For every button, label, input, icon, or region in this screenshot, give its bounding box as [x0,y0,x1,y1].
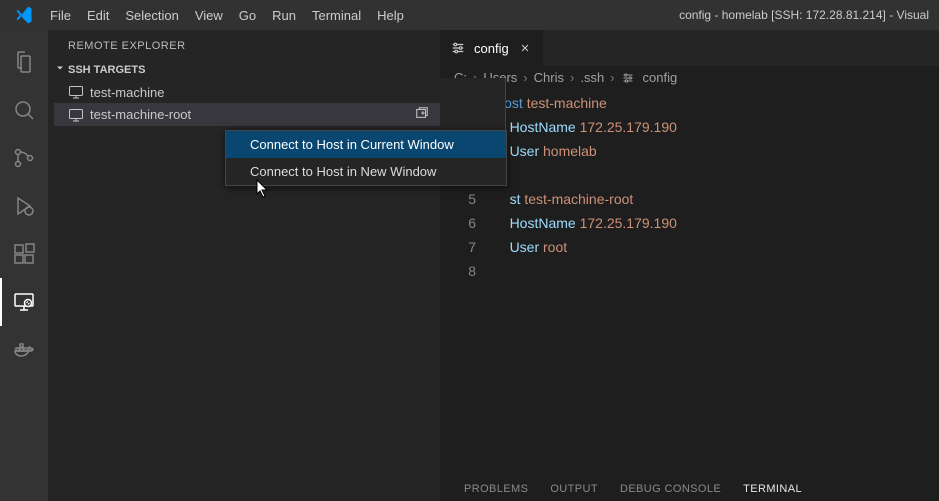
menu-file[interactable]: File [42,4,79,27]
panel-tab-problems[interactable]: PROBLEMS [464,483,528,495]
activity-bar [0,30,48,501]
activity-docker[interactable] [0,326,48,374]
activity-explorer[interactable] [0,38,48,86]
monitor-icon [68,107,84,123]
editor-area: config C:› Users› Chris› .ssh› config 12… [440,30,939,501]
activity-run-debug[interactable] [0,182,48,230]
ssh-target-item[interactable]: test-machine [54,81,440,103]
section-ssh-targets[interactable]: SSH TARGETS [48,58,440,81]
vscode-logo-icon [14,5,34,25]
breadcrumb-part[interactable]: C: [454,70,467,85]
panel-tabs: PROBLEMS OUTPUT DEBUG CONSOLE TERMINAL [440,483,939,501]
code-editor[interactable]: 12345678 Host test-machine HostName 172.… [440,89,939,283]
ssh-target-list: test-machine test-machine-root [48,81,440,126]
menu-selection[interactable]: Selection [117,4,186,27]
activity-source-control[interactable] [0,134,48,182]
monitor-icon [68,84,84,100]
activity-search[interactable] [0,86,48,134]
section-label: SSH TARGETS [68,64,145,76]
menu-edit[interactable]: Edit [79,4,117,27]
panel-tab-terminal[interactable]: TERMINAL [743,483,802,495]
menu-help[interactable]: Help [369,4,412,27]
activity-remote-explorer[interactable] [0,278,48,326]
ssh-target-label: test-machine [90,85,164,100]
menu-terminal[interactable]: Terminal [304,4,369,27]
panel-tab-output[interactable]: OUTPUT [550,483,598,495]
chevron-down-icon [52,62,68,77]
breadcrumbs[interactable]: C:› Users› Chris› .ssh› config [440,66,939,89]
context-menu: Connect to Host in Current Window Connec… [225,130,507,186]
editor-tabs: config [440,30,939,66]
activity-extensions[interactable] [0,230,48,278]
settings-lines-icon [621,71,635,85]
settings-lines-icon [450,40,466,56]
ssh-target-label: test-machine-root [90,107,191,122]
sidebar-title: REMOTE EXPLORER [48,30,440,58]
window-title: config - homelab [SSH: 172.28.81.214] - … [412,8,933,22]
code-body[interactable]: Host test-machine HostName 172.25.179.19… [494,91,939,283]
context-menu-item[interactable]: Connect to Host in New Window [226,158,506,185]
new-window-icon[interactable] [412,106,432,123]
editor-tab[interactable]: config [440,30,543,66]
close-icon[interactable] [517,40,533,56]
menu-run[interactable]: Run [264,4,304,27]
breadcrumb-part[interactable]: .ssh [580,70,604,85]
breadcrumb-part[interactable]: config [643,70,678,85]
menu-view[interactable]: View [187,4,231,27]
context-menu-item[interactable]: Connect to Host in Current Window [226,131,506,158]
sidebar-remote-explorer: REMOTE EXPLORER SSH TARGETS test-machine… [48,30,440,501]
title-bar: File Edit Selection View Go Run Terminal… [0,0,939,30]
tab-label: config [474,41,509,56]
panel-tab-debug-console[interactable]: DEBUG CONSOLE [620,483,721,495]
breadcrumb-part[interactable]: Users [483,70,517,85]
line-gutter: 12345678 [440,91,494,283]
menu-go[interactable]: Go [231,4,264,27]
ssh-target-item[interactable]: test-machine-root [54,103,440,126]
menu-bar: File Edit Selection View Go Run Terminal… [42,4,412,27]
breadcrumb-part[interactable]: Chris [534,70,564,85]
